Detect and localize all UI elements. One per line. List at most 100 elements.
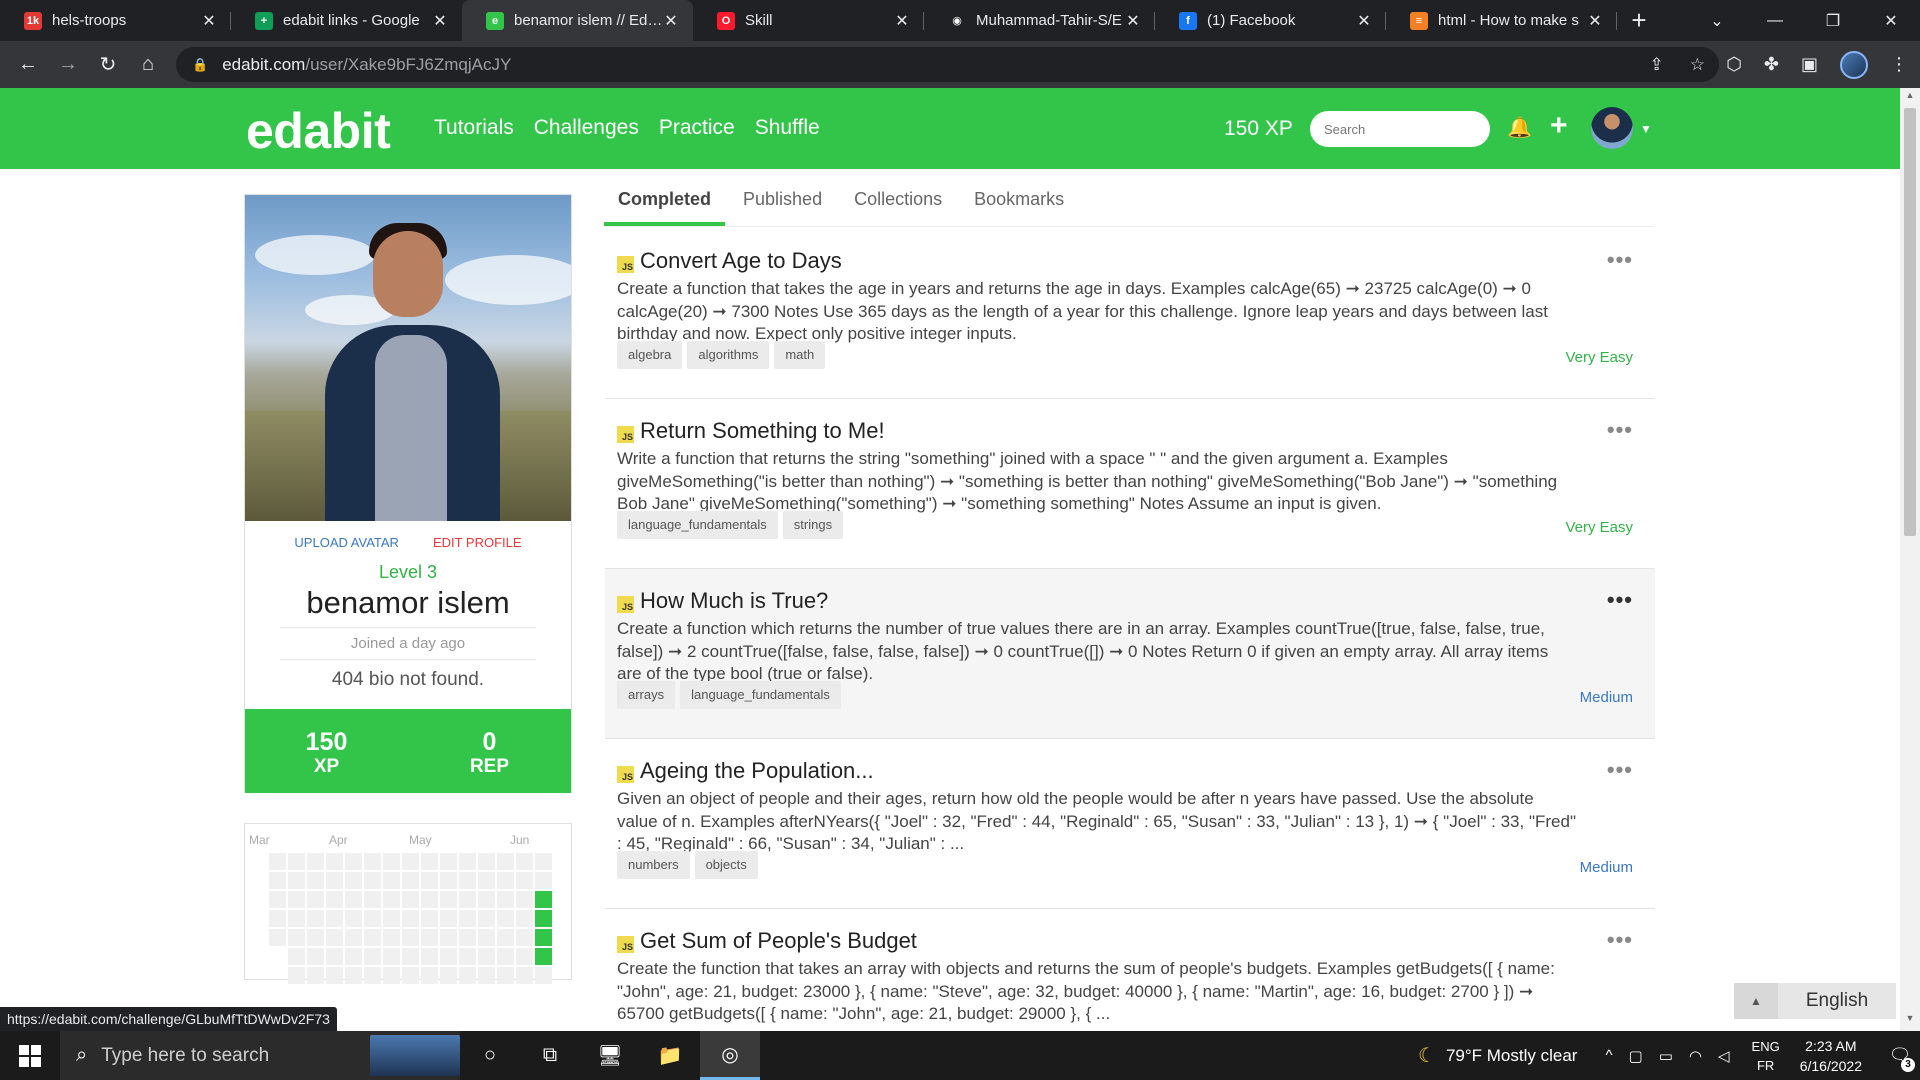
tag-chip[interactable]: arrays	[617, 681, 676, 709]
close-tab-icon[interactable]: ✕	[432, 11, 448, 31]
heatmap-cell	[326, 948, 343, 965]
caret-up-icon[interactable]: ▲	[1734, 983, 1778, 1019]
tab-completed[interactable]: Completed	[604, 186, 726, 226]
weather-widget[interactable]: ☾ 79°F Mostly clear	[1418, 1043, 1577, 1068]
scroll-down-arrow-icon[interactable]: ▼	[1900, 1013, 1920, 1029]
challenge-title[interactable]: Convert Age to Days	[640, 248, 842, 274]
caret-down-icon[interactable]: ▼	[1640, 122, 1652, 136]
challenge-item[interactable]: JS Convert Age to Days Create a function t…	[605, 229, 1655, 399]
tag-chip[interactable]: language_fundamentals	[617, 511, 778, 539]
tab-collections[interactable]: Collections	[840, 186, 956, 226]
challenge-title[interactable]: Ageing the Population...	[640, 758, 874, 784]
language-label[interactable]: English	[1778, 990, 1896, 1012]
heatmap-cell	[421, 948, 438, 965]
nav-tutorials[interactable]: Tutorials	[434, 116, 514, 140]
close-tab-icon[interactable]: ✕	[1125, 11, 1141, 31]
minimize-button[interactable]: —	[1746, 0, 1804, 41]
chevron-up-icon[interactable]: ^	[1605, 1047, 1612, 1064]
close-tab-icon[interactable]: ✕	[201, 11, 217, 31]
search-input[interactable]	[1310, 111, 1490, 147]
language-selector[interactable]: ▲ English	[1734, 983, 1896, 1019]
browser-tab[interactable]: f (1) Facebook ✕	[1155, 0, 1386, 41]
challenge-item[interactable]: JS Return Something to Me! Write a functio…	[605, 399, 1655, 569]
browser-tab[interactable]: e benamor islem // Edabit ✕	[462, 0, 693, 41]
tag-chip[interactable]: strings	[782, 511, 844, 539]
restore-button[interactable]: ❐	[1804, 0, 1862, 41]
tag-chip[interactable]: language_fundamentals	[680, 681, 841, 709]
nav-shuffle[interactable]: Shuffle	[755, 116, 820, 140]
browser-tab[interactable]: 1k hels-troops ✕	[0, 0, 231, 41]
share-icon[interactable]: ⇪	[1650, 55, 1664, 75]
new-tab-button[interactable]: +	[1617, 0, 1661, 41]
file-explorer-icon[interactable]: 📁	[640, 1031, 700, 1080]
wifi-icon[interactable]: ◠	[1689, 1047, 1702, 1065]
tag-chip[interactable]: algorithms	[687, 341, 770, 369]
browser-tab[interactable]: ≡ html - How to make s ✕	[1386, 0, 1617, 41]
bookmark-star-icon[interactable]: ☆	[1690, 55, 1705, 75]
close-tab-icon[interactable]: ✕	[1356, 11, 1372, 31]
cortana-icon[interactable]: ○	[460, 1031, 520, 1080]
lock-icon[interactable]: 🔒	[192, 57, 208, 73]
more-options-icon[interactable]: •••	[1607, 757, 1633, 783]
close-window-button[interactable]: ✕	[1862, 0, 1920, 41]
system-tray: ☾ 79°F Mostly clear ^ ▢ ▭ ◠ ◁ ENG FR 2:2…	[1418, 1031, 1920, 1080]
forward-button[interactable]: →	[48, 45, 88, 85]
upload-avatar-link[interactable]: UPLOAD AVATAR	[294, 535, 399, 550]
computer-app-icon[interactable]: 🖥	[580, 1031, 640, 1080]
add-icon[interactable]: +	[1550, 109, 1568, 143]
tag-chip[interactable]: objects	[694, 851, 758, 879]
back-button[interactable]: ←	[8, 45, 48, 85]
nav-challenges[interactable]: Challenges	[534, 116, 639, 140]
more-options-icon[interactable]: •••	[1607, 247, 1633, 273]
edit-profile-link[interactable]: EDIT PROFILE	[433, 535, 522, 550]
challenge-title[interactable]: Return Something to Me!	[640, 418, 885, 444]
taskbar-search[interactable]: ⌕ Type here to search	[60, 1031, 460, 1080]
bell-icon[interactable]: 🔔	[1507, 115, 1532, 140]
more-options-icon[interactable]: •••	[1607, 587, 1633, 613]
close-tab-icon[interactable]: ✕	[1587, 11, 1603, 31]
tag-chip[interactable]: math	[774, 341, 826, 369]
task-view-icon[interactable]: ⧉	[520, 1031, 580, 1080]
volume-icon[interactable]: ◁	[1718, 1047, 1730, 1065]
challenge-title[interactable]: Get Sum of People's Budget	[640, 928, 917, 954]
battery-icon[interactable]: ▭	[1659, 1047, 1673, 1065]
user-avatar[interactable]	[1591, 107, 1633, 149]
page-scrollbar[interactable]: ▲ ▼	[1900, 88, 1920, 1031]
chrome-icon[interactable]: ◎	[700, 1031, 760, 1080]
notification-icon[interactable]: 🗨 3	[1880, 1045, 1920, 1072]
browser-tab[interactable]: + edabit links - Google ✕	[231, 0, 462, 41]
close-tab-icon[interactable]: ✕	[894, 11, 910, 31]
profile-avatar-icon[interactable]	[1840, 50, 1868, 79]
tag-chip[interactable]: algebra	[617, 341, 683, 369]
more-options-icon[interactable]: •••	[1607, 417, 1633, 443]
more-options-icon[interactable]: •••	[1607, 927, 1633, 953]
tab-published[interactable]: Published	[729, 186, 836, 226]
close-tab-icon[interactable]: ✕	[663, 11, 679, 31]
browser-tab[interactable]: O Skill ✕	[693, 0, 924, 41]
challenge-item[interactable]: JS How Much is True? Create a function whi…	[605, 569, 1655, 739]
side-panel-icon[interactable]: ▣	[1801, 54, 1818, 75]
extension-cube-icon[interactable]: ⬡	[1726, 54, 1742, 75]
address-bar[interactable]: 🔒 edabit.com/user/Xake9bFJ6ZmqjAcJY ⇪ ☆	[176, 47, 1719, 82]
clock[interactable]: 2:23 AM 6/16/2022	[1800, 1036, 1862, 1076]
tab-bookmarks[interactable]: Bookmarks	[960, 186, 1078, 226]
challenge-title[interactable]: How Much is True?	[640, 588, 828, 614]
input-language[interactable]: ENG FR	[1752, 1037, 1780, 1075]
scrollbar-thumb[interactable]	[1904, 108, 1916, 536]
tab-search-icon[interactable]: ⌄	[1688, 0, 1746, 41]
scroll-up-arrow-icon[interactable]: ▲	[1900, 90, 1920, 106]
browser-tab[interactable]: ◉ Muhammad-Tahir-S/E ✕	[924, 0, 1155, 41]
more-menu-icon[interactable]: ⋮	[1890, 54, 1908, 75]
windows-start-button[interactable]	[0, 1031, 60, 1080]
challenge-item[interactable]: JS Ageing the Population... Given an objec…	[605, 739, 1655, 909]
facebook-icon: f	[1179, 11, 1197, 30]
nav-practice[interactable]: Practice	[659, 116, 735, 140]
home-button[interactable]: ⌂	[128, 45, 168, 85]
puzzle-icon[interactable]: ✤	[1764, 54, 1779, 75]
meet-now-icon[interactable]: ▢	[1629, 1047, 1643, 1065]
heatmap-cell	[402, 948, 419, 965]
tag-chip[interactable]: numbers	[617, 851, 690, 879]
reload-button[interactable]: ↻	[88, 45, 128, 85]
challenge-item[interactable]: JS Get Sum of People's Budget Create the f…	[605, 909, 1655, 1031]
edabit-logo[interactable]: edabit	[246, 102, 391, 160]
